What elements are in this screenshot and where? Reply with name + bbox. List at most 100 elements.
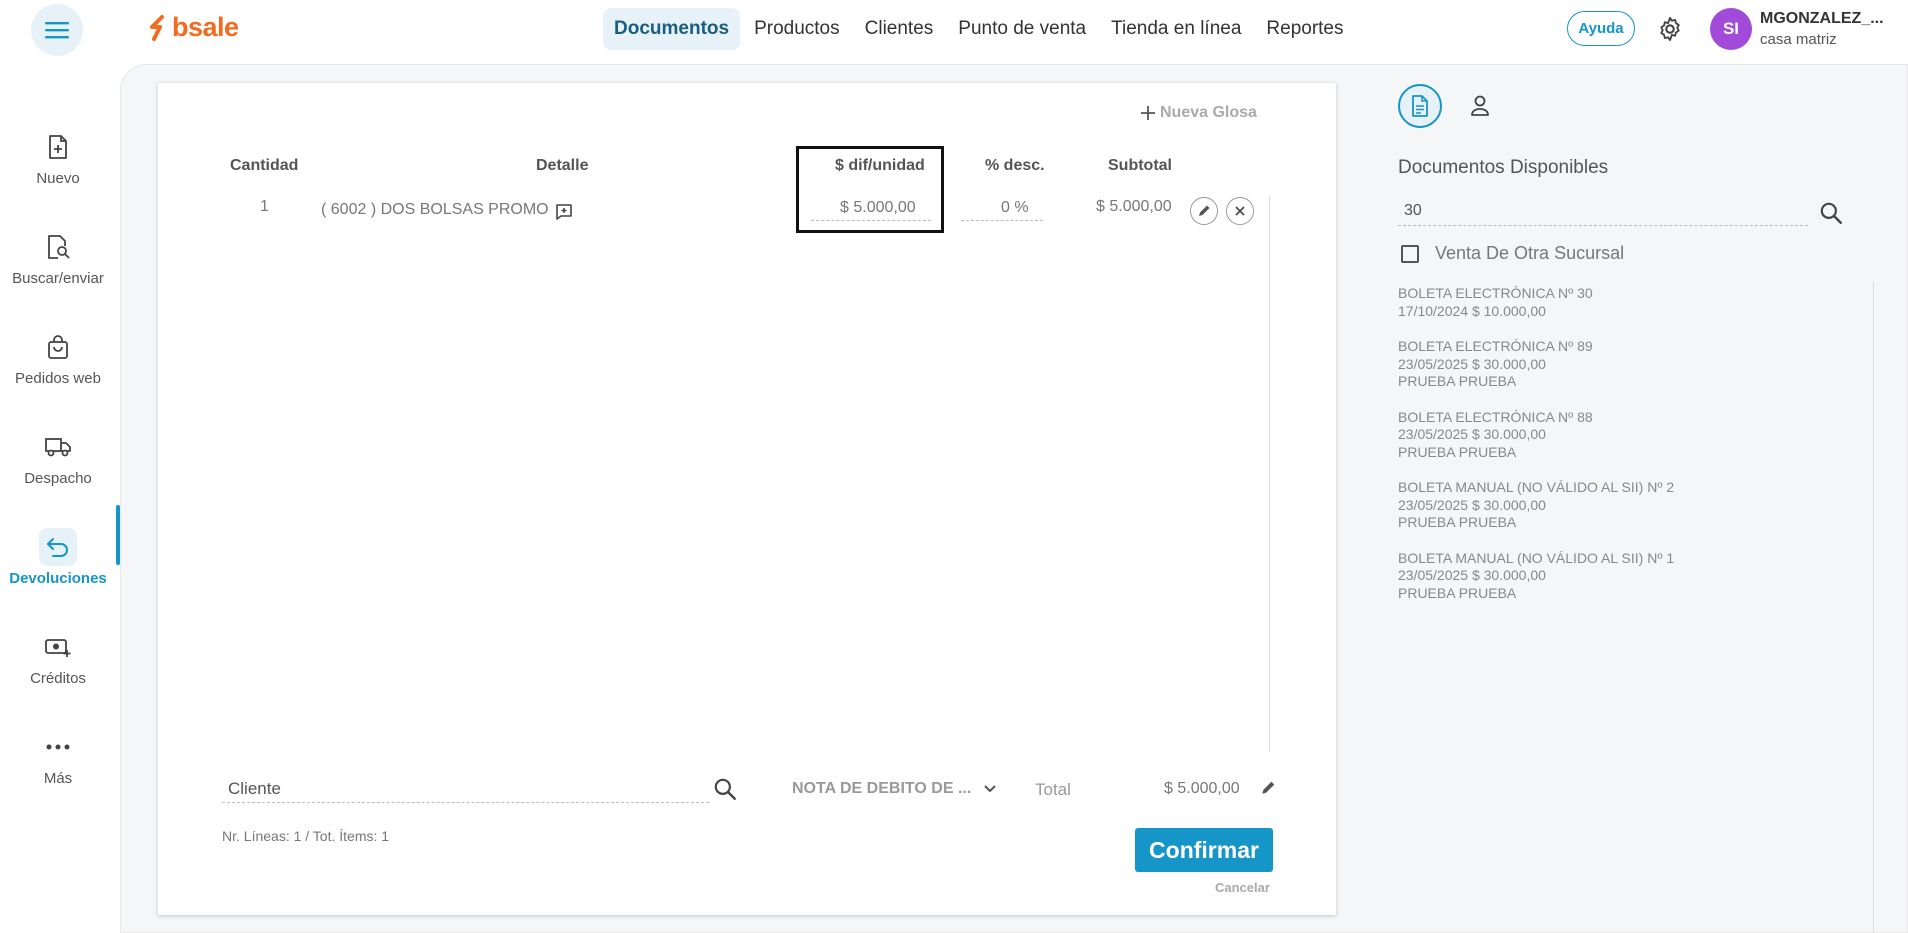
sidebar-item-label: Nuevo	[36, 169, 80, 187]
document-title: BOLETA MANUAL (NO VÁLIDO AL SII) Nº 1	[1398, 549, 1675, 566]
document-date-amount: 17/10/2024 $ 10.000,00	[1398, 302, 1546, 319]
sidebar: Nuevo Buscar/enviar Pedidos web Despacho…	[0, 60, 120, 933]
other-branch-label: Venta De Otra Sucursal	[1435, 243, 1625, 263]
column-header-detalle: Detalle	[536, 157, 589, 174]
document-date-amount: 23/05/2025 $ 30.000,00	[1398, 496, 1546, 513]
document-title: BOLETA ELECTRÓNICA Nº 89	[1398, 338, 1593, 354]
total-value: $ 5.000,00	[1164, 780, 1240, 797]
document-title: BOLETA ELECTRÓNICA Nº 30	[1398, 285, 1593, 301]
nueva-glosa-button[interactable]: Nueva Glosa	[1140, 104, 1257, 122]
column-header-cantidad: Cantidad	[230, 157, 299, 174]
sidebar-item-label: Buscar/enviar	[12, 269, 104, 287]
document-icon	[1412, 95, 1428, 117]
user-name[interactable]: MGONZALEZ_...	[1760, 10, 1884, 28]
sidebar-item-pedidos-web[interactable]: Pedidos web	[0, 312, 116, 402]
total-label: Total	[1035, 780, 1071, 799]
tab-client[interactable]	[1462, 88, 1498, 124]
sidebar-item-label: Despacho	[24, 469, 92, 487]
row-desc-input[interactable]: 0 %	[1001, 199, 1029, 217]
document-title: BOLETA ELECTRÓNICA Nº 88	[1398, 408, 1593, 425]
scroll-divider	[1873, 282, 1874, 933]
document-type-value: NOTA DE DEBITO DE ...	[792, 780, 972, 797]
cliente-input[interactable]: Cliente	[222, 771, 709, 803]
gear-icon	[1660, 16, 1680, 42]
document-search-input[interactable]: 30	[1398, 198, 1808, 226]
document-client: PRUEBA PRUEBA	[1398, 514, 1517, 530]
list-item[interactable]: BOLETA MANUAL (NO VÁLIDO AL SII) Nº 1 23…	[1398, 550, 1838, 603]
sidebar-item-mas[interactable]: Más	[0, 712, 116, 802]
close-icon	[1235, 206, 1245, 216]
top-bar: bsale Documentos Productos Clientes Punt…	[0, 0, 1908, 60]
list-item[interactable]: BOLETA ELECTRÓNICA Nº 30 17/10/2024 $ 10…	[1398, 285, 1838, 320]
tab-documents[interactable]	[1398, 84, 1442, 128]
more-dots-icon	[39, 728, 77, 766]
nav-productos[interactable]: Productos	[743, 8, 851, 50]
list-item[interactable]: BOLETA ELECTRÓNICA Nº 88 23/05/2025 $ 30…	[1398, 409, 1838, 462]
document-date-amount: 23/05/2025 $ 30.000,00	[1398, 426, 1546, 442]
nav-tienda-en-linea[interactable]: Tienda en línea	[1100, 8, 1252, 50]
document-client: PRUEBA PRUEBA	[1398, 443, 1517, 460]
row-cantidad[interactable]: 1	[260, 198, 269, 216]
pencil-icon	[1262, 781, 1275, 794]
column-header-desc: % desc.	[985, 157, 1045, 174]
row-dif-unidad-input[interactable]: $ 5.000,00	[840, 199, 916, 217]
nav-punto-de-venta[interactable]: Punto de venta	[947, 8, 1097, 50]
edit-total-button[interactable]	[1260, 780, 1276, 801]
hamburger-menu-button[interactable]	[31, 4, 83, 56]
sidebar-item-buscar-enviar[interactable]: Buscar/enviar	[0, 212, 116, 302]
settings-button[interactable]	[1656, 15, 1684, 48]
sidebar-item-despacho[interactable]: Despacho	[0, 412, 116, 502]
other-branch-checkbox[interactable]: Venta De Otra Sucursal	[1401, 243, 1624, 264]
list-item[interactable]: BOLETA MANUAL (NO VÁLIDO AL SII) Nº 2 23…	[1398, 479, 1838, 532]
cancel-button[interactable]: Cancelar	[1215, 880, 1270, 895]
logo-text: bsale	[172, 12, 239, 42]
nav-reportes[interactable]: Reportes	[1255, 8, 1354, 50]
search-icon[interactable]	[1818, 200, 1844, 231]
shopping-bag-icon	[39, 328, 77, 366]
available-documents-title: Documentos Disponibles	[1398, 157, 1609, 178]
sidebar-item-label: Devoluciones	[9, 569, 107, 587]
money-plus-icon	[39, 628, 77, 666]
sidebar-item-label: Pedidos web	[15, 369, 101, 387]
add-comment-icon[interactable]	[555, 203, 573, 226]
menu-icon	[45, 22, 69, 39]
document-title: BOLETA MANUAL (NO VÁLIDO AL SII) Nº 2	[1398, 479, 1675, 495]
chevron-down-icon	[984, 785, 996, 793]
bsale-logo[interactable]: bsale	[148, 12, 239, 43]
sidebar-item-devoluciones[interactable]: Devoluciones	[0, 512, 116, 602]
list-item[interactable]: BOLETA ELECTRÓNICA Nº 89 23/05/2025 $ 30…	[1398, 338, 1838, 391]
sidebar-item-nuevo[interactable]: Nuevo	[0, 112, 116, 202]
dif-unidad-underline	[811, 220, 931, 221]
document-type-select[interactable]: NOTA DE DEBITO DE ...	[792, 780, 997, 798]
document-date-amount: 23/05/2025 $ 30.000,00	[1398, 355, 1546, 372]
file-search-icon	[39, 228, 77, 266]
sidebar-item-label: Créditos	[30, 669, 86, 687]
confirm-button[interactable]: Confirmar	[1135, 828, 1273, 872]
person-icon	[1471, 95, 1489, 116]
desc-underline	[961, 220, 1043, 221]
plus-icon	[1141, 106, 1155, 120]
remove-row-button[interactable]	[1226, 197, 1254, 225]
main-nav: Documentos Productos Clientes Punto de v…	[603, 8, 1358, 50]
document-client: PRUEBA PRUEBA	[1398, 373, 1517, 389]
truck-icon	[39, 428, 77, 466]
row-subtotal: $ 5.000,00	[1096, 198, 1172, 215]
table-divider	[1269, 196, 1270, 752]
available-documents-list: BOLETA ELECTRÓNICA Nº 30 17/10/2024 $ 10…	[1398, 285, 1838, 602]
file-plus-icon	[39, 128, 77, 166]
sidebar-item-label: Más	[43, 769, 73, 787]
user-branch: casa matriz	[1760, 31, 1837, 48]
bsale-logo-icon	[150, 14, 164, 41]
row-detalle: ( 6002 ) DOS BOLSAS PROMO	[321, 201, 549, 218]
edit-row-button[interactable]	[1190, 197, 1218, 225]
nueva-glosa-label: Nueva Glosa	[1160, 104, 1257, 121]
search-icon[interactable]	[712, 776, 738, 807]
avatar[interactable]: SI	[1710, 8, 1752, 50]
nav-clientes[interactable]: Clientes	[854, 8, 945, 50]
sidebar-item-creditos[interactable]: Créditos	[0, 612, 116, 702]
document-client: PRUEBA PRUEBA	[1398, 584, 1517, 601]
checkbox[interactable]	[1401, 244, 1419, 263]
help-button[interactable]: Ayuda	[1567, 11, 1635, 46]
nav-documentos[interactable]: Documentos	[603, 8, 741, 50]
return-arrow-icon	[39, 527, 77, 566]
